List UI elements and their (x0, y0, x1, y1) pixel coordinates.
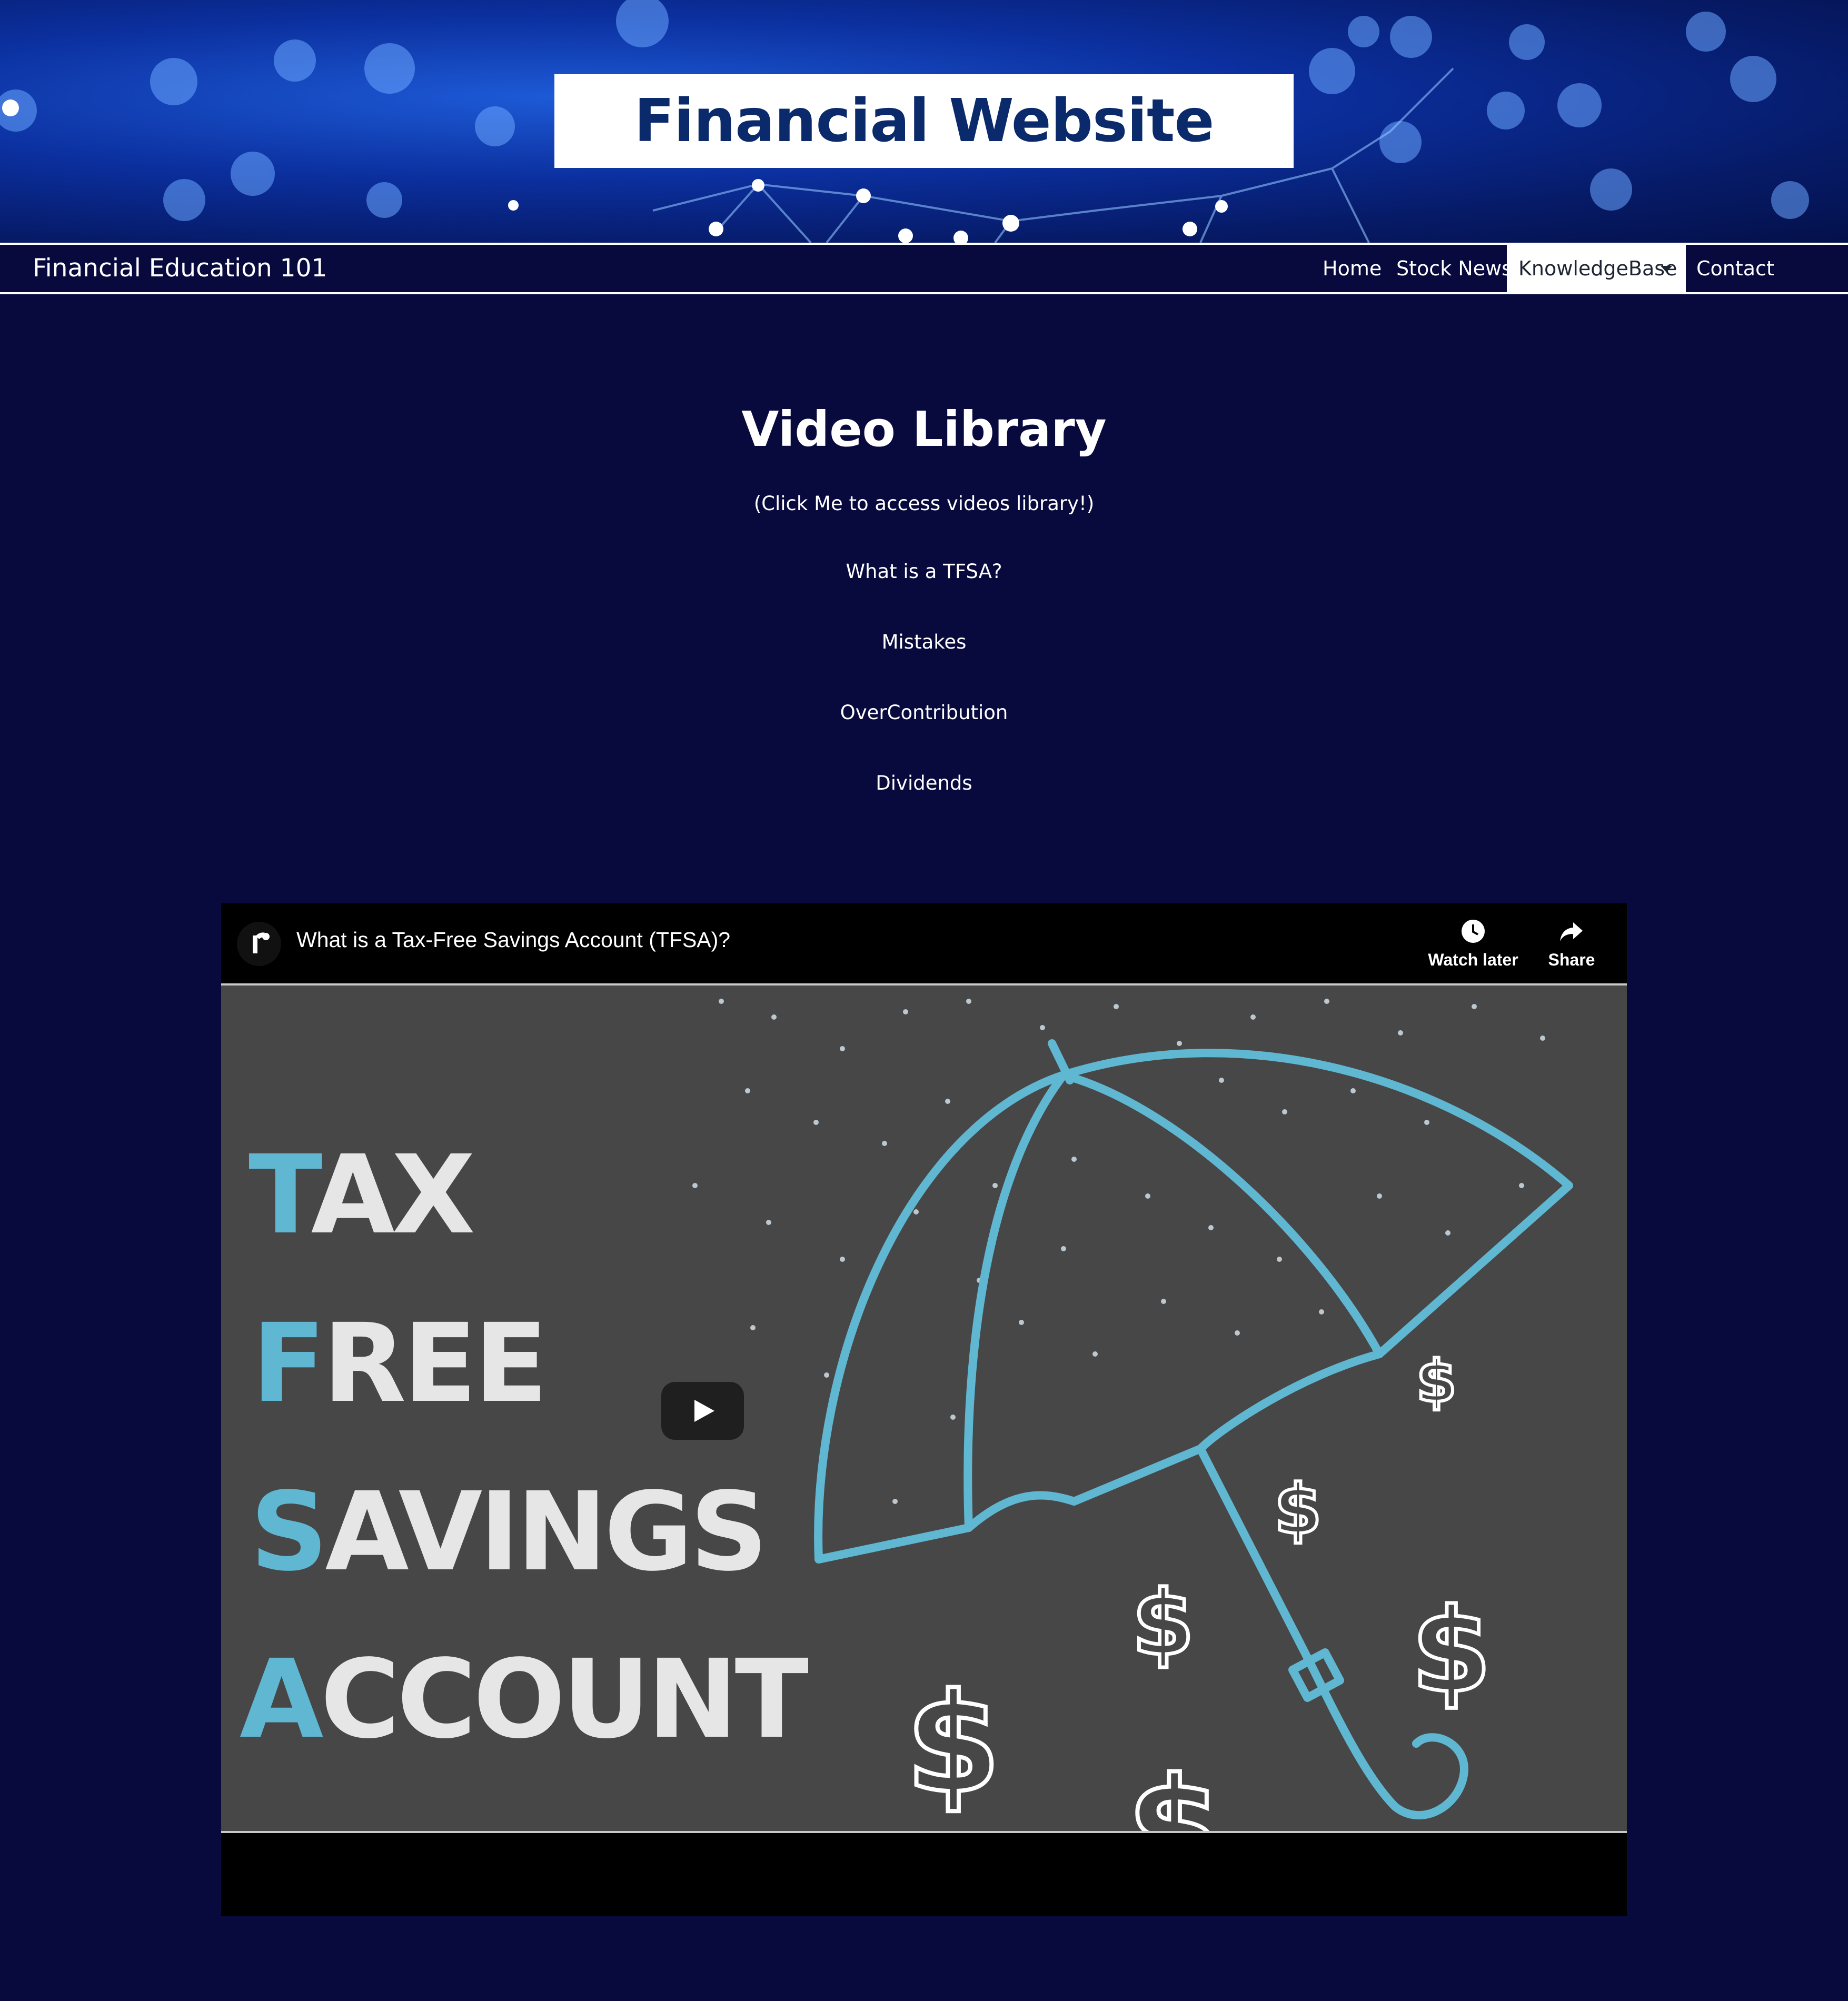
nav-stock-news[interactable]: Stock News (1396, 245, 1512, 292)
video-library-link[interactable]: (Click Me to access videos library!) (0, 492, 1848, 515)
channel-logo-icon (253, 932, 270, 953)
watch-later-button[interactable]: Watch later (1423, 918, 1523, 970)
nav-knowledgebase-label: KnowledgeBase (1518, 257, 1677, 280)
svg-text:$: $ (1274, 1469, 1322, 1549)
play-icon (694, 1400, 714, 1422)
navbar: Financial Education 101 Home Stock News … (0, 243, 1848, 294)
thumbnail-word-account: ACCOUNT (240, 1636, 809, 1763)
caret-down-icon (1661, 266, 1672, 272)
thumbnail-word-savings: SAVINGS (250, 1469, 768, 1595)
library-link-tfsa[interactable]: What is a TFSA? (0, 560, 1848, 583)
svg-text:$: $ (1416, 1348, 1457, 1415)
nav-knowledgebase-dropdown[interactable]: KnowledgeBase (1507, 245, 1686, 292)
share-button[interactable]: Share (1522, 918, 1622, 970)
hero-title-box: Financial Website (554, 74, 1294, 168)
library-link-overcontribution[interactable]: OverContribution (0, 701, 1848, 724)
library-link-dividends[interactable]: Dividends (0, 772, 1848, 794)
svg-text:$: $ (1411, 1584, 1492, 1718)
video-library-title: Video Library (741, 401, 1107, 457)
channel-logo[interactable] (237, 922, 281, 966)
play-button[interactable] (661, 1382, 744, 1440)
clock-icon (1462, 920, 1485, 943)
library-link-mistakes[interactable]: Mistakes (0, 631, 1848, 653)
thumbnail-word-tax: TAX (249, 1132, 475, 1258)
site-title: Financial Website (634, 87, 1215, 155)
video-title[interactable]: What is a Tax-Free Savings Account (TFSA… (296, 928, 730, 952)
video-header: What is a Tax-Free Savings Account (TFSA… (221, 903, 1627, 983)
thumbnail-word-free: FREE (252, 1300, 548, 1427)
navbar-brand[interactable]: Financial Education 101 (33, 245, 327, 292)
video-thumbnail[interactable]: $ $ $ $ $ $ TAX FREE SAVINGS ACCOUNT (221, 983, 1627, 1833)
svg-text:$: $ (1132, 1571, 1194, 1676)
share-arrow-icon (1560, 922, 1583, 941)
nav-home[interactable]: Home (1323, 245, 1382, 292)
video-player[interactable]: What is a Tax-Free Savings Account (TFSA… (221, 903, 1627, 1916)
watch-later-label: Watch later (1428, 950, 1518, 969)
hero-banner: Financial Website (0, 0, 1848, 243)
share-label: Share (1548, 950, 1595, 969)
nav-contact[interactable]: Contact (1696, 245, 1774, 292)
svg-text:$: $ (1127, 1749, 1222, 1833)
svg-text:$: $ (906, 1665, 1001, 1824)
